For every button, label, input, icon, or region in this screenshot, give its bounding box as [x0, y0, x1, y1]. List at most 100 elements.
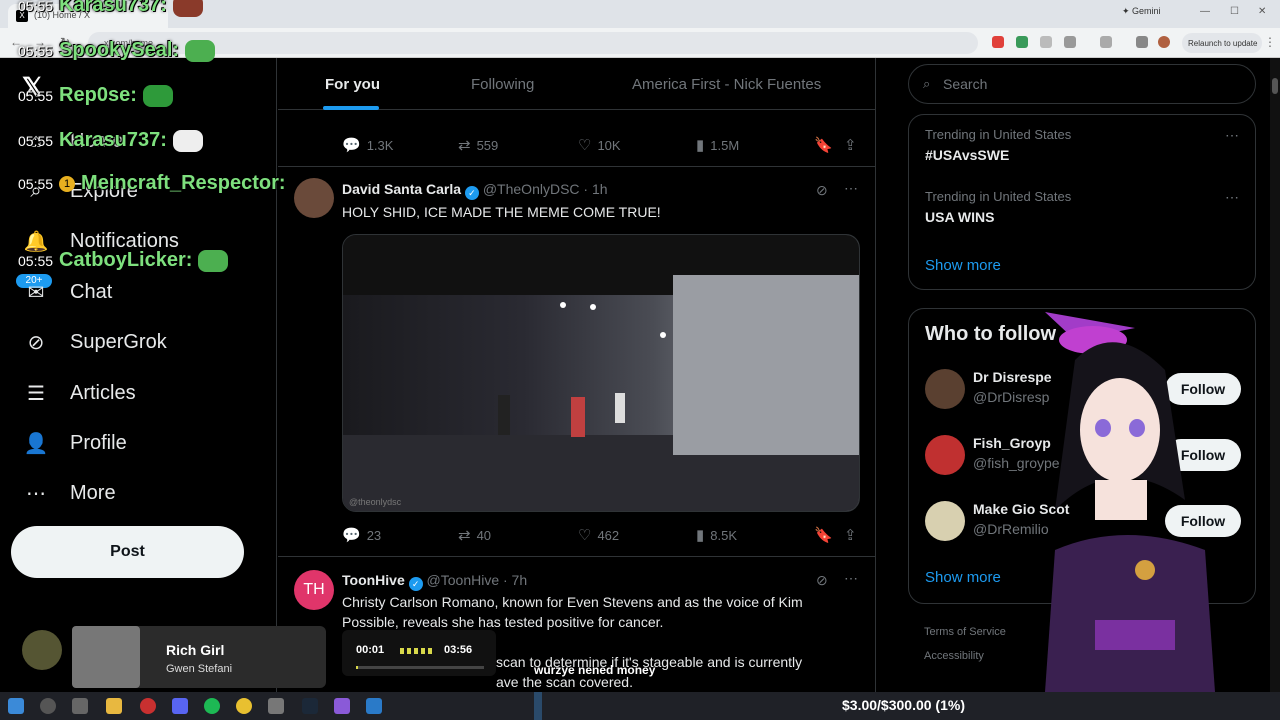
- extension-icon[interactable]: [1040, 36, 1052, 48]
- tab-list[interactable]: America First - Nick Fuentes: [632, 76, 821, 93]
- frog-emote-icon: [185, 39, 216, 62]
- nav-supergrok-label: SuperGrok: [70, 330, 167, 353]
- app-icon[interactable]: [140, 698, 156, 714]
- reply-icon: 💬: [342, 137, 361, 154]
- like-button[interactable]: ♡ 10K: [578, 136, 621, 154]
- trend-item[interactable]: USA WINS: [925, 209, 994, 225]
- share-button[interactable]: ⇪: [844, 136, 857, 154]
- tweet-text-line: Christy Carlson Romano, known for Even S…: [342, 594, 803, 610]
- views-button[interactable]: ▮ 1.5M: [696, 136, 739, 154]
- vscode-icon[interactable]: [366, 698, 382, 714]
- share-button[interactable]: ⇪: [844, 526, 857, 544]
- sidepanel-icon[interactable]: [1100, 36, 1112, 48]
- author-handle[interactable]: @ToonHive: [427, 572, 500, 588]
- now-playing-widget: Rich Girl Gwen Stefani: [72, 626, 326, 688]
- spotify-icon[interactable]: [204, 698, 220, 714]
- nav-chat-label: Chat: [70, 280, 113, 303]
- video-frame: [343, 235, 859, 511]
- maximize-icon[interactable]: ☐: [1230, 6, 1239, 17]
- avatar[interactable]: [925, 435, 965, 475]
- bookmark-icon: 🔖: [814, 137, 833, 154]
- tweet-video[interactable]: @theonlydsc: [342, 234, 860, 512]
- avatar[interactable]: TH: [294, 570, 334, 610]
- author-name[interactable]: David Santa Carla: [342, 181, 461, 197]
- gemini-button[interactable]: ✦ Gemini: [1122, 6, 1161, 17]
- tab-following[interactable]: Following: [471, 76, 534, 93]
- footer-accessibility-link[interactable]: Accessibility: [924, 650, 984, 662]
- heart-icon: ♡: [578, 137, 592, 154]
- avatar[interactable]: [925, 501, 965, 541]
- tweet-header: ToonHive ✓ @ToonHive · 7h: [342, 572, 527, 591]
- tweet-time[interactable]: · 7h: [503, 572, 527, 588]
- emote-icon: [172, 0, 203, 17]
- trend-meta: Trending in United States: [925, 189, 1072, 204]
- tab-for-you[interactable]: For you: [325, 76, 380, 93]
- nav-profile-label: Profile: [70, 431, 127, 454]
- like-button[interactable]: ♡ 462: [578, 526, 619, 544]
- close-icon[interactable]: ✕: [1258, 6, 1266, 17]
- nav-supergrok[interactable]: ⊘ SuperGrok: [22, 327, 167, 357]
- relaunch-button[interactable]: Relaunch to update: [1182, 33, 1262, 53]
- chat-time: 05:55: [18, 252, 54, 269]
- elapsed-time: 00:01: [356, 644, 385, 656]
- avatar[interactable]: [925, 369, 965, 409]
- album-art: [72, 626, 140, 688]
- views-icon: ▮: [696, 137, 705, 154]
- chrome-icon[interactable]: [236, 698, 252, 714]
- more-circle-icon: ⋯: [26, 482, 46, 505]
- repost-button[interactable]: ⇄ 559: [458, 136, 498, 154]
- reply-button[interactable]: 💬 23: [342, 526, 381, 544]
- show-more-link[interactable]: Show more: [925, 257, 1001, 274]
- author-name[interactable]: ToonHive: [342, 572, 405, 588]
- nav-profile[interactable]: 👤 Profile: [22, 428, 127, 458]
- reply-icon: 💬: [342, 527, 361, 544]
- chat-username: Karasu737:: [59, 129, 167, 151]
- timeline: For you Following America First - Nick F…: [278, 58, 876, 692]
- extension-icon[interactable]: [1016, 36, 1028, 48]
- task-view-icon[interactable]: [72, 698, 88, 714]
- address-bar[interactable]: x.com/home: [88, 32, 978, 54]
- chat-message: 05:55 CatboyLicker:: [18, 249, 229, 272]
- minimize-icon[interactable]: —: [1200, 6, 1210, 17]
- avatar[interactable]: [294, 178, 334, 218]
- menu-icon[interactable]: [1136, 36, 1148, 48]
- repost-button[interactable]: ⇄ 40: [458, 526, 491, 544]
- author-handle[interactable]: @TheOnlyDSC: [483, 181, 580, 197]
- tweet-time[interactable]: · 1h: [583, 181, 607, 197]
- profile-avatar-icon[interactable]: [1158, 36, 1170, 48]
- windows-start-icon[interactable]: [8, 698, 24, 714]
- bookmark-button[interactable]: 🔖: [814, 136, 833, 154]
- reply-count: 23: [366, 527, 382, 543]
- account-avatar[interactable]: [22, 630, 62, 670]
- app-icon[interactable]: [268, 698, 284, 714]
- repost-count: 40: [476, 527, 492, 543]
- show-more-link[interactable]: Show more: [925, 569, 1001, 586]
- nav-chat[interactable]: ✉ Chat: [22, 277, 113, 307]
- trend-item[interactable]: #USAvsSWE: [925, 147, 1009, 163]
- file-explorer-icon[interactable]: [106, 698, 122, 714]
- nav-more[interactable]: ⋯ More: [22, 478, 116, 508]
- views-button[interactable]: ▮ 8.5K: [696, 526, 737, 544]
- reply-button[interactable]: 💬 1.3K: [342, 136, 393, 154]
- nav-articles[interactable]: ☰ Articles: [22, 378, 136, 408]
- page-scrollbar[interactable]: [1270, 58, 1280, 692]
- more-options-icon[interactable]: ⋯: [844, 570, 859, 587]
- app-icon[interactable]: [334, 698, 350, 714]
- scrollbar-thumb[interactable]: [1272, 78, 1278, 94]
- puzzle-icon[interactable]: [1064, 36, 1076, 48]
- extension-icon[interactable]: [992, 36, 1004, 48]
- grok-icon[interactable]: ⊘: [816, 572, 828, 589]
- grok-icon[interactable]: ⊘: [816, 182, 828, 199]
- bookmark-button[interactable]: 🔖: [814, 526, 833, 544]
- more-options-icon[interactable]: ⋯: [1225, 189, 1240, 206]
- more-options-icon[interactable]: ⋯: [844, 180, 859, 197]
- footer-terms-link[interactable]: Terms of Service: [924, 626, 1006, 638]
- steam-icon[interactable]: [302, 698, 318, 714]
- search-input[interactable]: ⌕ Search: [908, 64, 1256, 104]
- more-options-icon[interactable]: ⋯: [1225, 127, 1240, 144]
- kebab-icon[interactable]: ⋮: [1264, 35, 1276, 49]
- post-button[interactable]: Post: [11, 526, 244, 578]
- search-icon[interactable]: [40, 698, 56, 714]
- discord-icon[interactable]: [172, 698, 188, 714]
- views-icon: ▮: [696, 527, 705, 544]
